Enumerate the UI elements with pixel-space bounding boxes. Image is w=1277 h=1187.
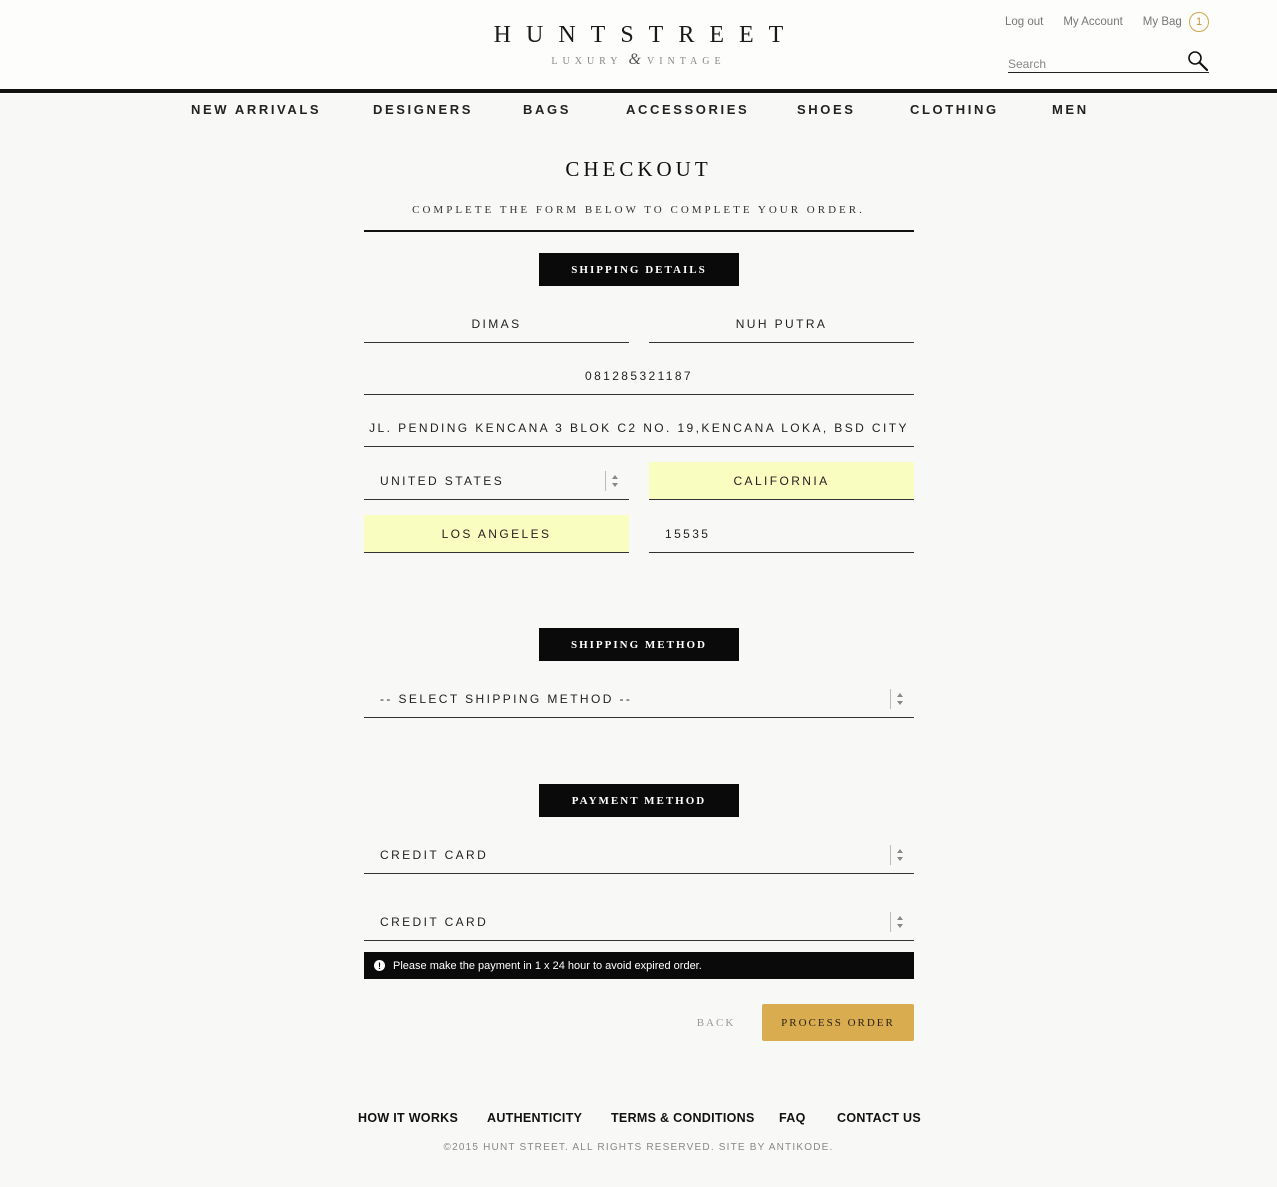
info-icon: ! (374, 960, 385, 971)
payment-notice: ! Please make the payment in 1 x 24 hour… (364, 952, 914, 979)
logo-tagline-left: LUXURY (551, 56, 623, 67)
back-button[interactable]: BACK (690, 1004, 742, 1041)
search-bar (1008, 50, 1209, 73)
nav-designers[interactable]: DESIGNERS (373, 102, 473, 117)
my-bag-link[interactable]: My Bag 1 (1143, 12, 1209, 32)
select-arrows-icon (890, 845, 904, 865)
my-account-link[interactable]: My Account (1063, 16, 1122, 28)
form-divider (364, 230, 914, 232)
footer-authenticity[interactable]: AUTHENTICITY (487, 1111, 582, 1125)
country-select-value: UNITED STATES (380, 473, 505, 488)
footer-terms[interactable]: TERMS & CONDITIONS (611, 1111, 755, 1125)
logo-title: HUNTSTREET (493, 22, 799, 48)
shipping-method-select[interactable]: -- SELECT SHIPPING METHOD -- (364, 680, 914, 718)
bag-count-badge: 1 (1189, 12, 1209, 32)
account-links: Log out My Account My Bag 1 (1005, 12, 1209, 32)
phone-field[interactable]: 081285321187 (364, 357, 914, 395)
last-name-field[interactable]: NUH PUTRA (649, 305, 914, 343)
country-select[interactable]: UNITED STATES (364, 462, 629, 500)
search-input[interactable] (1008, 50, 1178, 72)
page-subtitle: COMPLETE THE FORM BELOW TO COMPLETE YOUR… (412, 204, 865, 216)
page-title: CHECKOUT (565, 157, 712, 181)
city-field[interactable]: LOS ANGELES (364, 515, 629, 553)
payment-method-select-value: CREDIT CARD (380, 847, 489, 862)
logo-tagline-amp: & (628, 51, 641, 68)
shipping-method-select-value: -- SELECT SHIPPING METHOD -- (380, 691, 633, 706)
select-arrows-icon (890, 912, 904, 932)
state-field[interactable]: CALIFORNIA (649, 462, 914, 500)
nav-accessories[interactable]: ACCESSORIES (626, 102, 749, 117)
my-bag-label: My Bag (1142, 16, 1182, 28)
shipping-method-header: SHIPPING METHOD (539, 628, 739, 661)
nav-clothing[interactable]: CLOTHING (910, 102, 999, 117)
logo-tagline-right: VINTAGE (646, 56, 726, 67)
payment-type-select-value: CREDIT CARD (380, 914, 489, 929)
nav-men[interactable]: MEN (1052, 102, 1089, 117)
footer-how-it-works[interactable]: HOW IT WORKS (358, 1111, 458, 1125)
nav-shoes[interactable]: SHOES (797, 102, 856, 117)
zip-field[interactable]: 15535 (649, 515, 914, 553)
footer-faq[interactable]: FAQ (779, 1111, 806, 1125)
select-arrows-icon (605, 471, 619, 491)
payment-notice-text: Please make the payment in 1 x 24 hour t… (393, 959, 702, 972)
address-field[interactable]: JL. PENDING KENCANA 3 BLOK C2 NO. 19,KEN… (364, 409, 914, 447)
search-icon[interactable] (1187, 50, 1209, 72)
nav-new-arrivals[interactable]: NEW ARRIVALS (191, 102, 321, 117)
shipping-details-header: SHIPPING DETAILS (539, 253, 739, 286)
process-order-button[interactable]: PROCESS ORDER (762, 1004, 914, 1041)
copyright: ©2015 HUNT STREET. ALL RIGHTS RESERVED. … (443, 1142, 834, 1153)
first-name-field[interactable]: DIMAS (364, 305, 629, 343)
logout-link[interactable]: Log out (1005, 16, 1043, 28)
footer-contact-us[interactable]: CONTACT US (837, 1111, 921, 1125)
header-divider (0, 89, 1277, 93)
payment-method-select[interactable]: CREDIT CARD (364, 836, 914, 874)
select-arrows-icon (890, 689, 904, 709)
payment-type-select[interactable]: CREDIT CARD (364, 903, 914, 941)
payment-method-header: PAYMENT METHOD (539, 784, 739, 817)
site-header: HUNTSTREET LUXURY & VINTAGE Log out My Acc… (0, 0, 1277, 94)
nav-bags[interactable]: BAGS (523, 102, 571, 117)
